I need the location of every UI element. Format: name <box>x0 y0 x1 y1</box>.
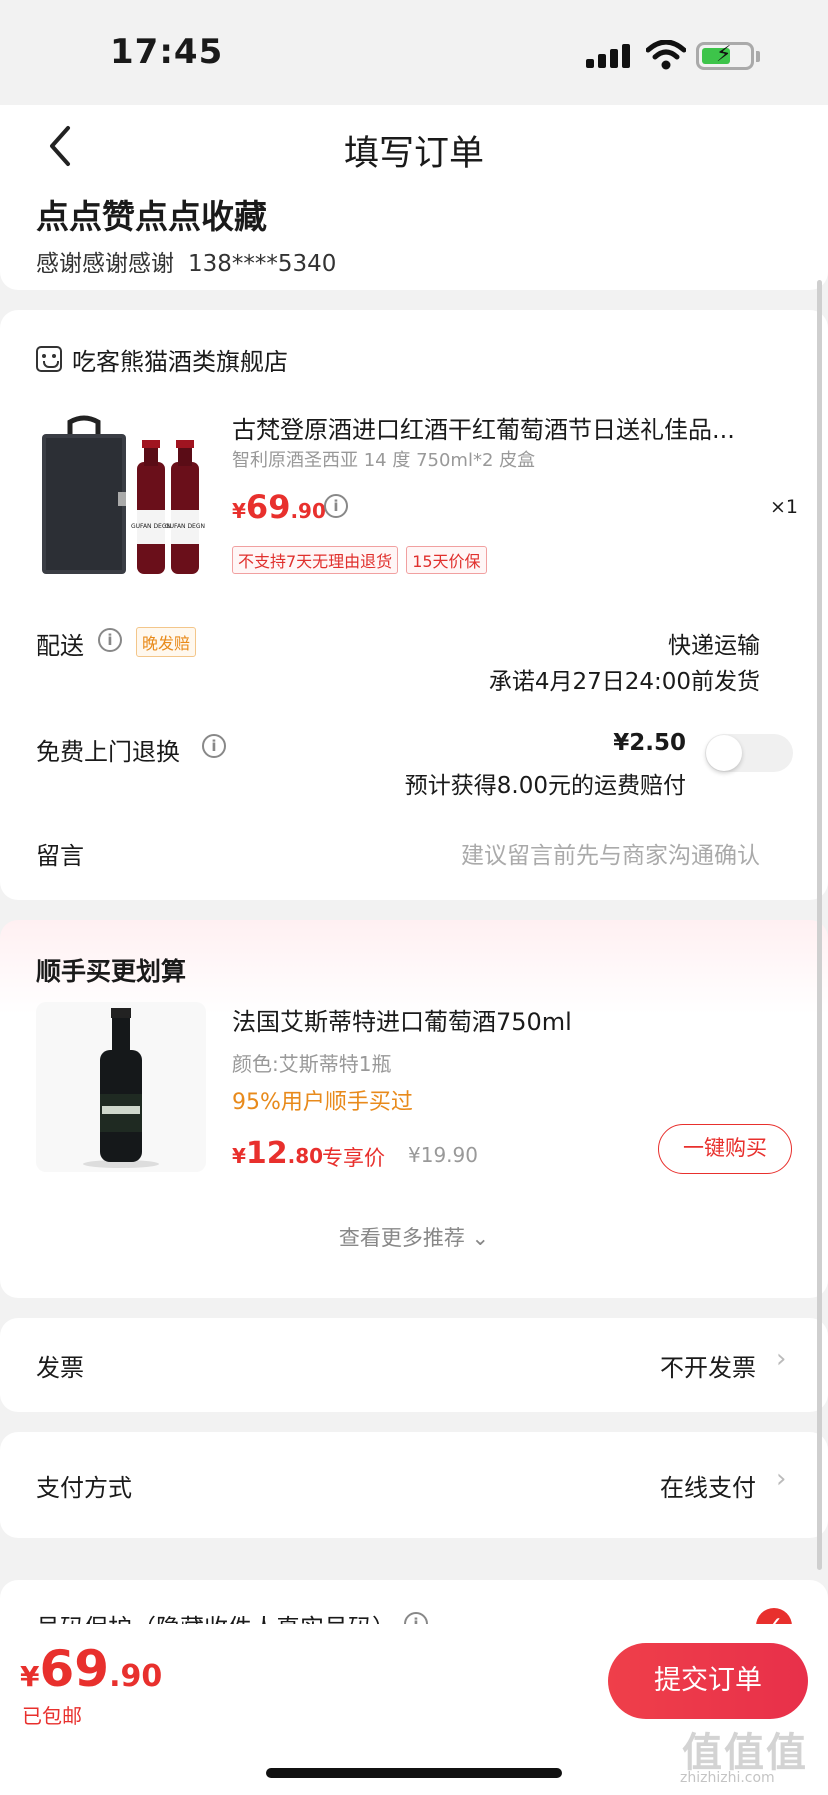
invoice-chevron-icon: › <box>776 1344 787 1374</box>
message-label: 留言 <box>36 842 84 870</box>
page-title: 填写订单 <box>343 134 484 174</box>
product-spec: 智利原酒圣西亚 14 度 750ml*2 皮盒 <box>232 450 536 471</box>
wine-bottle-2: GUFAN DEGN <box>165 440 205 574</box>
product-quantity: ×1 <box>770 496 799 518</box>
product-price: ¥69.90 <box>232 488 326 526</box>
return-service-note: 预计获得8.00元的运费赔付 <box>404 773 686 799</box>
return-info-icon[interactable]: i <box>202 734 226 758</box>
shop-name[interactable]: 吃客熊猫酒类旗舰店 <box>72 342 288 377</box>
recommend-title: 顺手买更划算 <box>36 957 187 986</box>
delivery-label: 配送 <box>36 632 84 660</box>
cellular-signal-icon <box>586 42 632 68</box>
delivery-method[interactable]: 快递运输 <box>668 626 760 660</box>
invoice-label: 发票 <box>36 1354 84 1382</box>
return-service-price: ¥2.50 <box>613 730 686 756</box>
battery-icon: ⚡ <box>696 42 754 70</box>
price-decimal: .80 <box>287 1144 324 1168</box>
watermark-url: zhizhizhi.com <box>680 1770 775 1786</box>
price-decimal: .90 <box>290 499 326 523</box>
recommend-price: ¥12.80 <box>232 1136 323 1171</box>
submit-order-button[interactable]: 提交订单 <box>608 1643 808 1719</box>
address-name: 点点赞点点收藏 <box>36 197 267 236</box>
price-protect-tag: 15天价保 <box>406 546 487 574</box>
price-symbol: ¥ <box>20 1660 40 1693</box>
recipient-name: 感谢感谢感谢 <box>36 251 174 277</box>
product-title[interactable]: 古梵登原酒进口红酒干红葡萄酒节日送礼佳品... <box>232 410 772 445</box>
status-time: 17:45 <box>110 32 224 72</box>
delivery-info-icon[interactable]: i <box>98 628 122 652</box>
recommend-product-spec: 颜色:艾斯蒂特1瓶 <box>232 1052 392 1076</box>
return-service-label: 免费上门退换 <box>36 738 180 766</box>
address-contact: 感谢感谢感谢 138****5340 <box>36 244 336 278</box>
svg-text:GUFAN DEGN: GUFAN DEGN <box>165 523 205 530</box>
more-recommend-link[interactable]: 查看更多推荐 ⌄ <box>0 1222 828 1252</box>
free-shipping-label: 已包邮 <box>22 1704 82 1728</box>
price-integer: 69 <box>39 1640 110 1698</box>
price-symbol: ¥ <box>232 499 246 523</box>
payment-label: 支付方式 <box>36 1474 132 1502</box>
price-integer: 69 <box>245 488 291 526</box>
wifi-icon <box>646 40 686 70</box>
price-symbol: ¥ <box>232 1144 246 1168</box>
invoice-value: 不开发票 <box>660 1354 756 1382</box>
recipient-phone: 138****5340 <box>188 251 337 277</box>
shop-icon <box>36 346 62 372</box>
total-price: ¥69.90 <box>20 1640 162 1698</box>
no-return-tag: 不支持7天无理由退货 <box>232 546 399 574</box>
exclusive-price-label: 专享价 <box>322 1146 385 1170</box>
recommend-product-image[interactable] <box>36 1002 206 1172</box>
shop-order-card <box>0 310 828 900</box>
late-compensation-tag: 晚发赔 <box>136 627 197 657</box>
recommend-popularity: 95%用户顺手买过 <box>232 1090 413 1115</box>
product-tags: 不支持7天无理由退货 15天价保 <box>232 546 487 574</box>
price-decimal: .90 <box>109 1659 163 1694</box>
delivery-promise: 承诺4月27日24:00前发货 <box>488 669 760 695</box>
one-click-buy-button[interactable]: 一键购买 <box>658 1124 792 1174</box>
product-image[interactable]: GUFAN DEGN GUFAN DEGN <box>36 412 206 580</box>
recommend-product-name[interactable]: 法国艾斯蒂特进口葡萄酒750ml <box>232 1002 572 1037</box>
payment-value: 在线支付 <box>660 1474 756 1502</box>
home-indicator[interactable] <box>266 1768 562 1778</box>
battery-cap <box>756 51 760 62</box>
payment-chevron-icon: › <box>776 1464 787 1494</box>
price-integer: 12 <box>245 1136 288 1171</box>
return-service-toggle[interactable] <box>705 734 793 772</box>
message-input[interactable]: 建议留言前先与商家沟通确认 <box>461 836 760 870</box>
price-info-icon[interactable]: i <box>324 494 348 518</box>
scrollbar[interactable] <box>817 280 822 1570</box>
wine-bottle-1: GUFAN DEGN <box>131 440 171 574</box>
original-price: ¥19.90 <box>408 1143 478 1167</box>
